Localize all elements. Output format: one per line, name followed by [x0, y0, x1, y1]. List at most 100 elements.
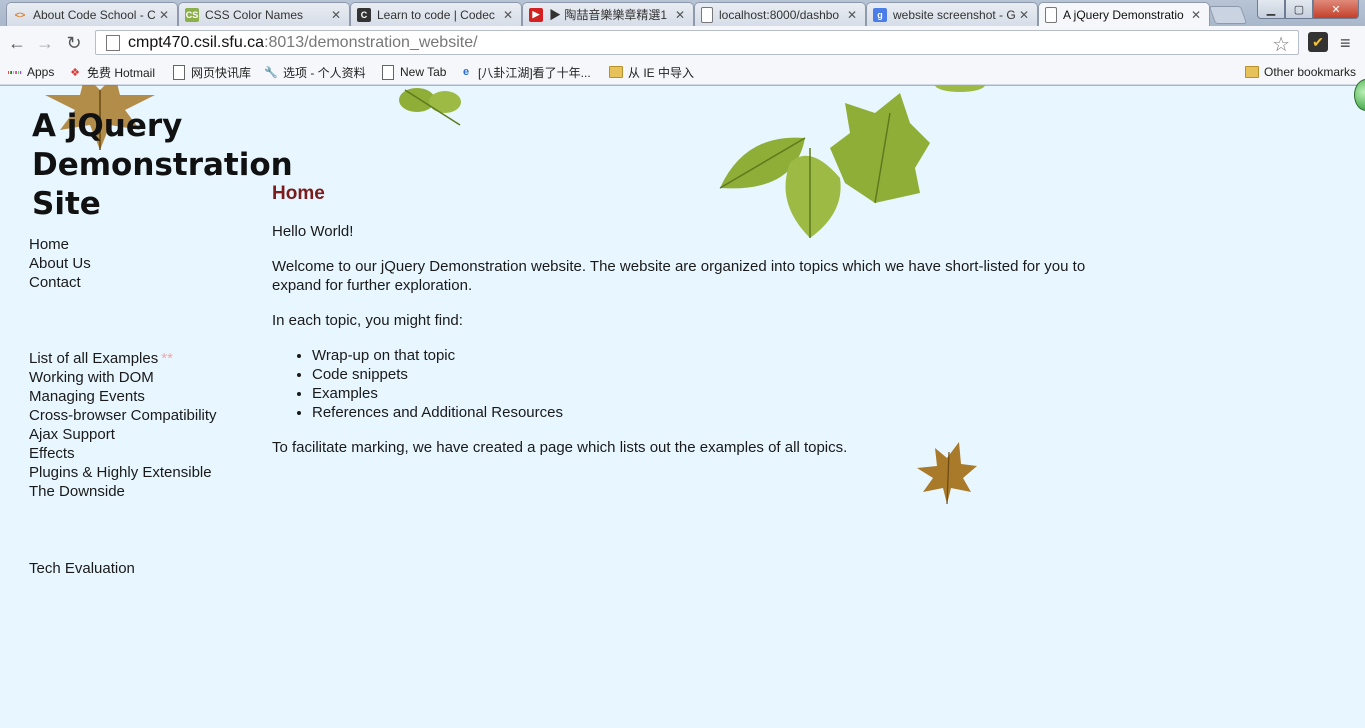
web-page: A jQuery Demonstration Site Home About U… — [0, 85, 1365, 728]
close-icon[interactable]: ✕ — [675, 8, 687, 22]
address-host: cmpt470.csil.sfu.ca — [128, 33, 265, 51]
apps-grid-icon — [7, 65, 23, 79]
back-button[interactable]: ← — [6, 32, 28, 54]
browser-chrome: <> About Code School - C ✕ CS CSS Color … — [0, 0, 1365, 86]
tab-title: localhost:8000/dashbo — [719, 7, 840, 22]
close-icon[interactable]: ✕ — [847, 8, 859, 22]
bookmark-settings[interactable]: 🔧 选项 - 个人资料 — [264, 63, 366, 81]
bookmark-star-icon[interactable]: ☆ — [1272, 32, 1290, 57]
tab-localhost[interactable]: localhost:8000/dashbo ✕ — [694, 2, 866, 26]
address-bar[interactable]: cmpt470.csil.sfu.ca:8013/demonstration_w… — [95, 30, 1299, 57]
tab-css-colors[interactable]: CS CSS Color Names ✕ — [178, 2, 350, 26]
tab-title: Learn to code | Codec — [377, 7, 495, 22]
tab-google-search[interactable]: g website screenshot - G ✕ — [866, 2, 1038, 26]
closing-text: To facilitate marking, we have created a… — [272, 439, 848, 456]
minimize-button[interactable]: ▁ — [1257, 0, 1285, 19]
tab-title: About Code School - C — [33, 7, 155, 22]
list-intro-text: In each topic, you might find: — [272, 312, 463, 329]
tab-title: website screenshot - G — [893, 7, 1015, 22]
nav-ajax-support[interactable]: Ajax Support — [29, 425, 217, 444]
address-path: :8013/demonstration_website/ — [264, 33, 478, 51]
page-icon — [172, 64, 186, 80]
bookmark-import-ie[interactable]: 从 IE 中导入 — [609, 63, 694, 81]
reload-button[interactable]: ↻ — [63, 32, 85, 54]
page-icon — [106, 34, 120, 51]
bookmark-label: Apps — [27, 65, 55, 79]
bookmark-apps[interactable]: Apps — [7, 63, 55, 81]
page-icon — [701, 6, 713, 23]
greeting-text: Hello World! — [272, 223, 354, 240]
tab-youtube[interactable]: ▶ ▶ 陶喆音樂樂章精選1 ✕ — [522, 2, 694, 26]
green-leaf-small-icon — [935, 85, 985, 92]
nav-cross-browser[interactable]: Cross-browser Compatibility — [29, 406, 217, 425]
list-item: Code snippets — [312, 365, 1092, 384]
tab-codecademy[interactable]: C Learn to code | Codec ✕ — [350, 2, 522, 26]
youtube-icon: ▶ — [529, 7, 543, 22]
topic-contents-list: Wrap-up on that topic Code snippets Exam… — [272, 346, 1092, 422]
css-colors-icon: CS — [185, 7, 199, 22]
forward-button[interactable]: → — [34, 32, 56, 54]
nav-effects[interactable]: Effects — [29, 444, 217, 463]
folder-icon — [1245, 65, 1259, 79]
bookmark-webslices[interactable]: 网页快讯库 — [172, 63, 251, 81]
bookmark-label: [八卦江湖]看了十年... — [478, 65, 591, 80]
other-bookmarks[interactable]: Other bookmarks — [1245, 63, 1356, 81]
bookmark-label: 从 IE 中导入 — [628, 65, 695, 80]
nav-home[interactable]: Home — [29, 235, 91, 254]
site-title: A jQuery Demonstration Site — [32, 108, 293, 222]
close-icon[interactable]: ✕ — [1019, 8, 1031, 22]
list-item: Examples — [312, 384, 1092, 403]
nav-plugins[interactable]: Plugins & Highly Extensible — [29, 463, 217, 482]
close-icon[interactable]: ✕ — [503, 8, 515, 22]
menu-icon[interactable]: ≡ — [1340, 33, 1351, 54]
bookmark-label: 网页快讯库 — [191, 65, 252, 80]
bookmark-label: 选项 - 个人资料 — [283, 65, 366, 80]
close-icon[interactable]: ✕ — [1191, 8, 1203, 22]
bookmark-label: New Tab — [400, 65, 447, 79]
new-tab-button[interactable] — [1208, 6, 1248, 24]
codecademy-icon: C — [357, 7, 371, 22]
bookmark-label: 免费 Hotmail — [87, 65, 156, 80]
bookmark-hotmail[interactable]: ❖ 免费 Hotmail — [68, 63, 155, 81]
nav-list-of-all-examples[interactable]: List of all Examples ** — [29, 349, 217, 368]
close-icon[interactable]: ✕ — [159, 8, 171, 22]
list-item: Wrap-up on that topic — [312, 346, 1092, 365]
code-school-icon: <> — [14, 9, 26, 20]
primary-nav: Home About Us Contact — [29, 235, 91, 292]
close-icon[interactable]: ✕ — [331, 8, 343, 22]
extension-icon[interactable]: ✔ — [1308, 32, 1328, 52]
tab-jquery-demo[interactable]: A jQuery Demonstratio ✕ — [1038, 2, 1210, 27]
nav-tech-evaluation[interactable]: Tech Evaluation — [29, 559, 135, 578]
google-icon: g — [873, 7, 887, 22]
page-icon — [381, 64, 395, 80]
close-window-button[interactable]: ✕ — [1313, 0, 1359, 19]
tab-code-school[interactable]: <> About Code School - C ✕ — [6, 2, 178, 26]
nav-working-with-dom[interactable]: Working with DOM — [29, 368, 217, 387]
nav-the-downside[interactable]: The Downside — [29, 482, 217, 501]
main-content: Home Hello World! Welcome to our jQuery … — [272, 183, 1092, 473]
green-leaf-icon — [399, 88, 461, 126]
bookmark-new-tab[interactable]: New Tab — [381, 63, 446, 81]
windows-icon: ❖ — [70, 66, 80, 79]
nav-label: List of all Examples — [29, 350, 159, 367]
ie-icon: e — [462, 66, 470, 78]
intro-text: Welcome to our jQuery Demonstration webs… — [272, 258, 1086, 294]
tab-title: CSS Color Names — [205, 7, 304, 22]
nav-managing-events[interactable]: Managing Events — [29, 387, 217, 406]
list-item: References and Additional Resources — [312, 403, 1092, 422]
maximize-button[interactable]: ▢ — [1285, 0, 1313, 19]
window-controls: ▁ ▢ ✕ — [1257, 0, 1359, 19]
tab-title: A jQuery Demonstratio — [1063, 8, 1184, 22]
bookmarks-bar: Apps ❖ 免费 Hotmail 网页快讯库 🔧 选项 - 个人资料 New … — [0, 60, 1365, 84]
tab-title: ▶ 陶喆音樂樂章精選1 — [549, 8, 668, 22]
toolbar: ← → ↻ cmpt470.csil.sfu.ca:8013/demonstra… — [0, 26, 1365, 60]
wrench-icon: 🔧 — [264, 66, 278, 79]
highlight-badge: ** — [161, 350, 173, 367]
page-icon — [1045, 7, 1057, 23]
topic-nav: List of all Examples ** Working with DOM … — [29, 349, 217, 501]
folder-icon — [609, 65, 623, 79]
page-heading: Home — [272, 183, 325, 204]
bookmark-gossip[interactable]: e [八卦江湖]看了十年... — [459, 63, 591, 81]
nav-about-us[interactable]: About Us — [29, 254, 91, 273]
nav-contact[interactable]: Contact — [29, 273, 91, 292]
